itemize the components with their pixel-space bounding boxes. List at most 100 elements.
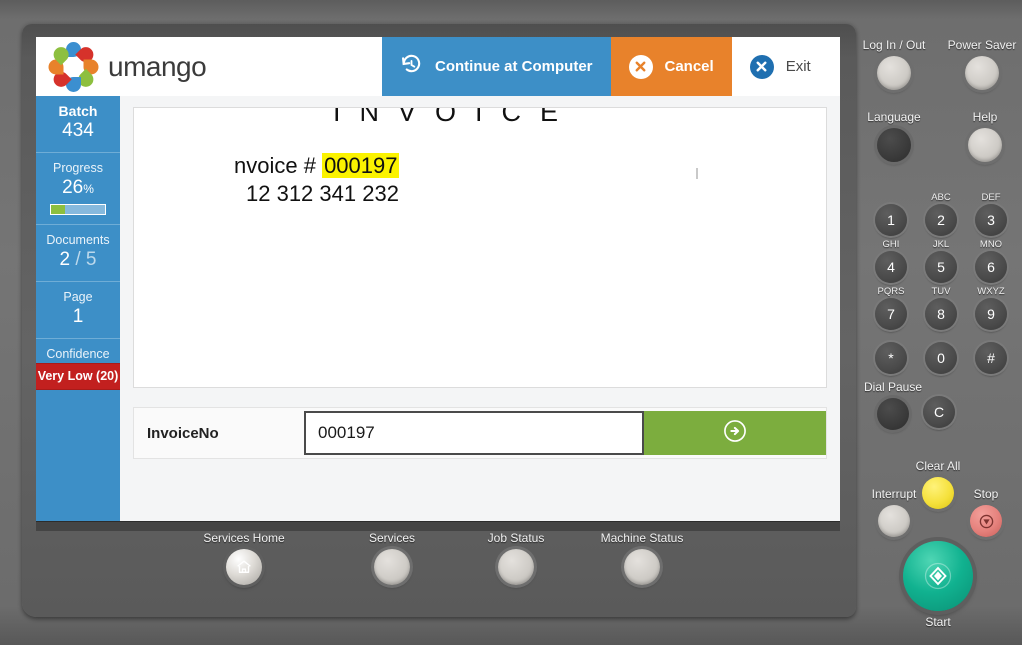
hw-machine-status-label: Machine Status xyxy=(600,531,684,545)
hw-power-saver-label: Power Saver xyxy=(947,38,1017,52)
ocr-highlight: 000197 xyxy=(322,153,400,178)
documents-separator: / xyxy=(75,249,81,270)
blank-button-icon[interactable] xyxy=(498,549,534,585)
keypad-key-7[interactable]: 7 xyxy=(875,298,907,330)
sidebar-page: Page 1 xyxy=(36,282,120,339)
keypad-key-6[interactable]: 6 xyxy=(975,251,1007,283)
continue-at-computer-button[interactable]: Continue at Computer xyxy=(382,37,611,96)
blank-button-icon[interactable] xyxy=(968,128,1002,162)
hw-services[interactable]: Services xyxy=(348,531,436,585)
stop-button[interactable] xyxy=(970,505,1002,537)
cancel-button[interactable]: Cancel xyxy=(610,37,732,96)
keypad-key-1[interactable]: 1 xyxy=(875,204,907,236)
progress-bar-fill xyxy=(51,205,66,214)
start-button[interactable] xyxy=(903,541,973,611)
scanned-doc-line-2: 12 312 341 232 xyxy=(246,181,399,206)
hw-start[interactable]: Start xyxy=(900,537,976,629)
documents-value: 2 / 5 xyxy=(38,248,118,272)
sidebar-batch: Batch 434 xyxy=(36,96,120,153)
umango-flower-logo-icon xyxy=(48,41,98,92)
keypad-key-3[interactable]: 3 xyxy=(975,204,1007,236)
keypad-cell-9: WXYZ 9 xyxy=(966,286,1016,330)
hw-help[interactable]: Help xyxy=(948,110,1022,162)
home-icon-button[interactable] xyxy=(226,549,262,585)
page-value: 1 xyxy=(72,306,84,327)
keypad-key-4[interactable]: 4 xyxy=(875,251,907,283)
keypad-key-9[interactable]: 9 xyxy=(975,298,1007,330)
hw-job-status[interactable]: Job Status xyxy=(472,531,560,585)
keypad-hint-6: MNO xyxy=(979,239,1003,250)
sidebar-documents: Documents 2 / 5 xyxy=(36,225,120,282)
page-label: Page xyxy=(63,290,93,304)
hw-machine-status[interactable]: Machine Status xyxy=(574,531,710,585)
keypad-hint-4: GHI xyxy=(882,239,900,250)
touchscreen-bezel: umango Continue at Computer Cancel Exit … xyxy=(36,37,840,531)
status-prefix: Connected to xyxy=(52,529,123,532)
hw-power-saver[interactable]: Power Saver xyxy=(942,38,1022,90)
hw-stop[interactable]: Stop xyxy=(958,487,1014,537)
keypad-key-8[interactable]: 8 xyxy=(925,298,957,330)
scan-speck xyxy=(696,168,698,179)
hw-stop-label: Stop xyxy=(973,487,999,501)
documents-total: 5 xyxy=(85,249,97,270)
field-label: InvoiceNo xyxy=(147,424,219,442)
keypad-key-star[interactable]: * xyxy=(875,342,907,374)
keypad-key-5[interactable]: 5 xyxy=(925,251,957,283)
keypad-cell-hash: # xyxy=(966,333,1016,374)
clear-key-button[interactable]: C xyxy=(923,396,955,428)
hw-job-status-label: Job Status xyxy=(487,531,545,545)
hw-help-label: Help xyxy=(972,110,998,124)
hw-interrupt[interactable]: Interrupt xyxy=(856,487,932,537)
keypad-key-hash[interactable]: # xyxy=(975,342,1007,374)
keypad-hint-9: WXYZ xyxy=(977,286,1005,297)
scanned-doc-title: INVOICE xyxy=(333,107,578,127)
arrow-right-circle-icon xyxy=(724,419,746,447)
keypad-key-2[interactable]: 2 xyxy=(925,204,957,236)
hw-interrupt-label: Interrupt xyxy=(871,487,917,501)
batch-label: Batch xyxy=(58,103,98,119)
hw-login-logout-label: Log In / Out xyxy=(862,38,926,52)
keypad-cell-4: GHI 4 xyxy=(866,239,916,283)
exit-button[interactable]: Exit xyxy=(731,37,829,96)
submit-field-button[interactable] xyxy=(644,411,826,455)
progress-unit: % xyxy=(83,182,94,196)
confidence-band-wrap: Very Low (20) xyxy=(36,364,121,392)
scanned-doc-line-1: nvoice # 000197 xyxy=(234,153,400,179)
progress-number: 26 xyxy=(62,177,84,198)
hw-clear-all-label: Clear All xyxy=(915,459,961,473)
cancel-label: Cancel xyxy=(664,58,714,75)
blank-button-icon[interactable] xyxy=(624,549,660,585)
documents-label: Documents xyxy=(46,233,110,247)
keypad-hint-2: ABC xyxy=(931,192,951,203)
blank-button-dark-icon[interactable] xyxy=(877,128,911,162)
invoiceno-input[interactable] xyxy=(304,411,644,455)
keypad-cell-star: * xyxy=(866,333,916,374)
hw-clear-key[interactable]: C xyxy=(922,396,956,428)
hw-language[interactable]: Language xyxy=(852,110,936,162)
hw-dial-pause[interactable]: Dial Pause xyxy=(857,380,929,430)
hw-services-home[interactable]: Services Home xyxy=(198,531,290,585)
document-preview[interactable]: INVOICE nvoice # 000197 12 312 341 232 xyxy=(133,107,827,388)
blank-button-icon[interactable] xyxy=(965,56,999,90)
hw-dial-pause-label: Dial Pause xyxy=(863,380,923,394)
brand-area: umango xyxy=(36,37,382,96)
dial-pause-button-icon[interactable] xyxy=(877,398,909,430)
progress-value: 26% xyxy=(38,176,118,201)
continue-at-computer-label: Continue at Computer xyxy=(435,58,593,75)
keypad-hint-3: DEF xyxy=(981,192,1001,203)
blank-button-icon[interactable] xyxy=(877,56,911,90)
printer-console-panel: umango Continue at Computer Cancel Exit … xyxy=(22,23,856,617)
blank-button-icon[interactable] xyxy=(374,549,410,585)
x-circle-icon xyxy=(628,54,653,79)
keypad-cell-8: TUV 8 xyxy=(916,286,966,330)
interrupt-button[interactable] xyxy=(878,505,910,537)
keypad-hint-8: TUV xyxy=(931,286,951,297)
history-restore-icon xyxy=(400,53,423,80)
documents-current: 2 xyxy=(59,249,71,270)
hw-services-home-label: Services Home xyxy=(203,531,285,545)
confidence-label: Confidence xyxy=(46,347,110,361)
keypad-key-0[interactable]: 0 xyxy=(925,342,957,374)
hw-login-logout[interactable]: Log In / Out xyxy=(852,38,936,90)
brand-name: umango xyxy=(108,50,207,82)
keypad-cell-7: PQRS 7 xyxy=(866,286,916,330)
